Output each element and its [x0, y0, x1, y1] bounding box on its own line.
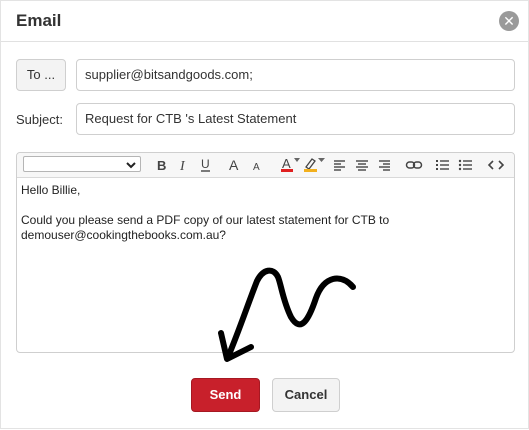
- font-size-decrease-icon[interactable]: A: [249, 156, 267, 174]
- svg-text:A: A: [282, 156, 291, 171]
- to-button[interactable]: To ...: [16, 59, 66, 91]
- svg-text:A: A: [253, 162, 260, 173]
- svg-text:B: B: [157, 158, 166, 173]
- align-right-icon[interactable]: [375, 156, 393, 174]
- font-color-icon[interactable]: A: [280, 156, 302, 174]
- chevron-down-icon: [125, 158, 137, 176]
- bold-icon[interactable]: B: [153, 156, 171, 174]
- subject-field[interactable]: Request for CTB 's Latest Statement: [76, 103, 515, 135]
- underline-icon[interactable]: U: [197, 156, 215, 174]
- email-dialog: Email ✕ To ... supplier@bitsandgoods.com…: [0, 0, 529, 429]
- subject-label: Subject:: [16, 112, 63, 127]
- close-icon[interactable]: ✕: [499, 11, 519, 31]
- font-size-increase-icon[interactable]: A: [226, 156, 244, 174]
- dialog-header: Email ✕: [1, 1, 528, 42]
- body-line: Hello Billie,: [21, 183, 81, 197]
- body-line: Could you please send a PDF copy of our …: [21, 213, 390, 227]
- svg-text:U: U: [201, 157, 210, 171]
- align-center-icon[interactable]: [353, 156, 371, 174]
- align-left-icon[interactable]: [331, 156, 349, 174]
- highlight-color-icon[interactable]: [303, 156, 327, 174]
- body-line: [21, 198, 501, 213]
- body-line: demouser@cookingthebooks.com.au?: [21, 228, 226, 242]
- editor-toolbar: B I U A A A: [17, 153, 514, 178]
- cancel-button[interactable]: Cancel: [272, 378, 340, 412]
- italic-icon[interactable]: I: [175, 156, 193, 174]
- link-icon[interactable]: [405, 156, 423, 174]
- message-body[interactable]: Hello Billie, Could you please send a PD…: [21, 183, 501, 243]
- code-view-icon[interactable]: [487, 156, 505, 174]
- bulleted-list-icon[interactable]: [457, 156, 475, 174]
- message-editor[interactable]: B I U A A A Hello Billie, Could you plea…: [16, 152, 515, 353]
- svg-text:A: A: [229, 157, 239, 173]
- dialog-title: Email: [16, 11, 62, 30]
- ordered-list-icon[interactable]: [434, 156, 452, 174]
- format-select[interactable]: [23, 156, 141, 172]
- svg-text:I: I: [179, 159, 186, 174]
- send-button[interactable]: Send: [191, 378, 260, 412]
- to-field[interactable]: supplier@bitsandgoods.com;: [76, 59, 515, 91]
